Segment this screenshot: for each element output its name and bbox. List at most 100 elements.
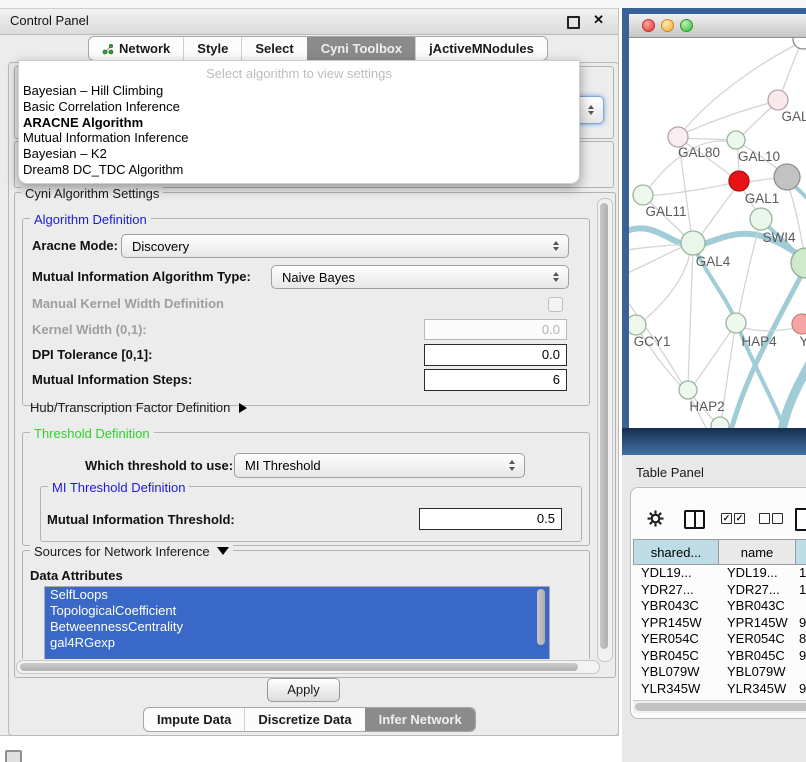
column-header-name[interactable]: name <box>719 539 796 565</box>
table-cell[interactable]: YDR27... <box>633 582 719 599</box>
mi-steps-field[interactable]: 6 <box>424 369 567 391</box>
table-row[interactable]: YBR043CYBR043C <box>633 598 806 615</box>
table-cell[interactable]: 8. <box>796 631 806 648</box>
tab-style[interactable]: Style <box>183 37 241 60</box>
tab-network[interactable]: Network <box>89 37 183 60</box>
table-cell[interactable]: YLR345W <box>719 681 796 698</box>
checked-checkbox-icon[interactable]: ✓ <box>721 513 732 524</box>
table-cell[interactable]: YDL19... <box>633 565 719 582</box>
table-row[interactable]: YDL19...YDL19...13 <box>633 565 806 582</box>
network-node-gal[interactable] <box>768 90 788 110</box>
network-node-gal10[interactable] <box>727 131 745 149</box>
hub-definition-expander[interactable]: Hub/Transcription Factor Definition <box>30 400 247 415</box>
network-node[interactable] <box>711 417 729 428</box>
table-cell[interactable]: YER054C <box>719 631 796 648</box>
tab-cyni-toolbox[interactable]: Cyni Toolbox <box>307 37 415 60</box>
table-cell[interactable]: YDL19... <box>719 565 796 582</box>
table-row[interactable]: YLR345WYLR345W9. <box>633 681 806 698</box>
split-columns-icon[interactable] <box>684 510 705 529</box>
algorithm-option-aracne-algorithm[interactable]: ARACNE Algorithm <box>19 115 579 131</box>
tab-discretize-data[interactable]: Discretize Data <box>244 708 364 731</box>
attribute-list-item[interactable]: gal4RGexp <box>45 635 549 651</box>
partial-bottom-icon[interactable] <box>5 750 22 762</box>
close-icon[interactable]: ✕ <box>593 12 604 28</box>
network-node[interactable] <box>774 164 800 190</box>
float-panel-icon[interactable] <box>567 16 580 29</box>
table-cell[interactable]: YPR145W <box>633 615 719 632</box>
table-cell[interactable]: YBR045C <box>633 648 719 665</box>
unchecked-checkbox-icon[interactable] <box>772 513 783 524</box>
table-cell[interactable]: YPR145W <box>719 615 796 632</box>
attribute-list-item[interactable]: BetweennessCentrality <box>45 619 549 635</box>
algorithm-option-bayesian-k2[interactable]: Bayesian – K2 <box>19 146 579 162</box>
table-cell[interactable]: YBR045C <box>719 648 796 665</box>
table-cell[interactable]: YBL079W <box>719 664 796 681</box>
settings-horizontal-scrollbar[interactable] <box>16 660 600 674</box>
sources-group-title[interactable]: Sources for Network Inference <box>30 544 233 559</box>
scrollbar-thumb[interactable] <box>20 663 578 671</box>
network-canvas[interactable]: GALGAL80GAL10GAL1GAL11SWI4GAL4GCY1HAP4YH… <box>629 38 806 428</box>
attribute-list-item[interactable]: SelfLoops <box>45 587 549 603</box>
network-node-hap2[interactable] <box>679 381 697 399</box>
algorithm-option-basic-correlation-inference[interactable]: Basic Correlation Inference <box>19 99 579 115</box>
dpi-tolerance-field[interactable]: 0.0 <box>424 344 567 366</box>
mi-type-combobox[interactable]: Naive Bayes <box>271 265 569 289</box>
scrollbar-thumb[interactable] <box>635 703 806 711</box>
network-node-gal1[interactable] <box>729 171 749 191</box>
table-cell[interactable]: YER054C <box>633 631 719 648</box>
manual-kernel-checkbox[interactable] <box>548 297 563 312</box>
table-cell[interactable]: 9. <box>796 615 806 632</box>
settings-vertical-scrollbar[interactable] <box>597 198 613 662</box>
table-cell[interactable] <box>796 598 806 615</box>
table-cell[interactable]: YBL079W <box>633 664 719 681</box>
gear-icon[interactable] <box>647 510 664 530</box>
network-node-swi4[interactable] <box>750 208 772 230</box>
scrollbar-thumb[interactable] <box>600 203 608 649</box>
which-threshold-combobox[interactable]: MI Threshold <box>234 453 525 478</box>
unchecked-checkbox-icon[interactable] <box>759 513 770 524</box>
tab-select[interactable]: Select <box>241 37 306 60</box>
column-header-a[interactable]: A <box>796 539 806 565</box>
table-row[interactable]: YER054CYER054C8. <box>633 631 806 648</box>
table-row[interactable]: YBL079WYBL079W <box>633 664 806 681</box>
table-cell[interactable] <box>796 664 806 681</box>
network-node-gcy1[interactable] <box>629 315 646 335</box>
algorithm-option-mutual-information-inference[interactable]: Mutual Information Inference <box>19 130 579 146</box>
attribute-list-item-partial[interactable] <box>45 651 549 659</box>
network-node-gal11[interactable] <box>633 185 653 205</box>
document-icon[interactable] <box>795 508 806 531</box>
table-cell[interactable]: 13 <box>796 565 806 582</box>
algorithm-option-bayesian-hill-climbing[interactable]: Bayesian – Hill Climbing <box>19 83 579 99</box>
list-scrollbar-thumb[interactable] <box>537 589 545 645</box>
table-row[interactable]: YDR27...YDR27...12 <box>633 582 806 599</box>
network-window-titlebar[interactable] <box>629 14 806 38</box>
algorithm-option-dream8-dc-tdc-algorithm[interactable]: Dream8 DC_TDC Algorithm <box>19 162 579 178</box>
table-cell[interactable]: 12 <box>796 582 806 599</box>
checked-checkbox-icon[interactable]: ✓ <box>734 513 745 524</box>
tab-infer-network[interactable]: Infer Network <box>365 708 475 731</box>
network-node-y[interactable] <box>792 314 806 334</box>
network-node-gal80[interactable] <box>668 127 688 147</box>
network-node-gal4[interactable] <box>681 231 705 255</box>
close-window-button[interactable] <box>642 19 655 32</box>
tab-impute-data[interactable]: Impute Data <box>144 708 244 731</box>
table-cell[interactable]: YBR043C <box>633 598 719 615</box>
attribute-list-item[interactable]: TopologicalCoefficient <box>45 603 549 619</box>
tab-jactivemnodules[interactable]: jActiveMNodules <box>415 37 547 60</box>
network-node[interactable] <box>793 38 806 49</box>
aracne-mode-combobox[interactable]: Discovery <box>121 234 569 258</box>
network-node-hap4[interactable] <box>726 313 746 333</box>
apply-button[interactable]: Apply <box>267 678 340 702</box>
table-horizontal-scrollbar[interactable] <box>633 700 806 713</box>
column-header-shared[interactable]: shared... <box>633 539 719 565</box>
table-cell[interactable]: 9. <box>796 648 806 665</box>
table-row[interactable]: YBR045CYBR045C9. <box>633 648 806 665</box>
zoom-window-button[interactable] <box>680 19 693 32</box>
table-cell[interactable]: YDR27... <box>719 582 796 599</box>
table-row[interactable]: YPR145WYPR145W9. <box>633 615 806 632</box>
table-cell[interactable]: 9. <box>796 681 806 698</box>
table-cell[interactable]: YLR345W <box>633 681 719 698</box>
mi-threshold-field[interactable]: 0.5 <box>419 508 562 530</box>
table-cell[interactable]: YBR043C <box>719 598 796 615</box>
minimize-window-button[interactable] <box>661 19 674 32</box>
